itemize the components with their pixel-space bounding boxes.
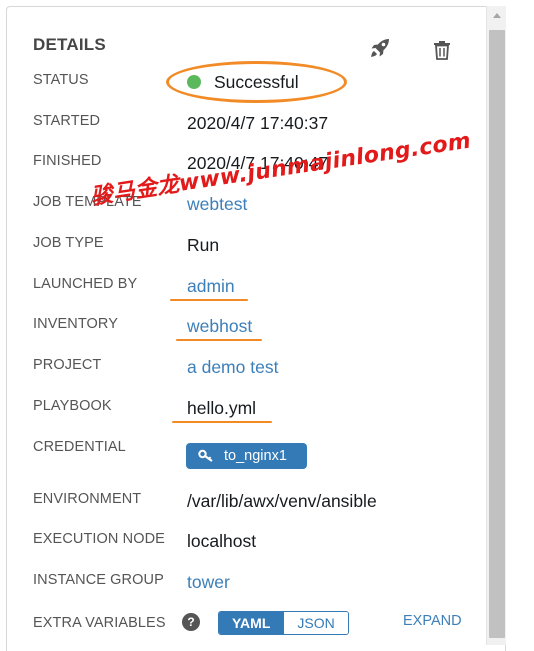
inventory-label: INVENTORY (33, 316, 118, 332)
inventory-underline-annotation (176, 339, 262, 341)
launched-by-link[interactable]: admin (187, 276, 235, 297)
playbook-label: PLAYBOOK (33, 398, 112, 414)
json-toggle-button[interactable]: JSON (283, 612, 348, 634)
job-type-value: Run (187, 235, 220, 255)
help-icon[interactable]: ? (182, 613, 200, 631)
started-value: 2020/4/7 17:40:37 (187, 113, 329, 133)
extra-variables-label: EXTRA VARIABLES (33, 615, 166, 631)
key-icon (198, 449, 213, 462)
credential-chip[interactable]: to_nginx1 (186, 443, 307, 469)
finished-label: FINISHED (33, 153, 102, 169)
execution-node-value: localhost (187, 531, 257, 551)
trash-icon (434, 41, 450, 60)
status-highlight-annotation (166, 61, 347, 103)
instance-group-link[interactable]: tower (187, 572, 230, 593)
playbook-value: hello.yml (187, 398, 257, 418)
format-toggle: YAML JSON (218, 611, 349, 635)
environment-label: ENVIRONMENT (33, 491, 142, 507)
scrollbar[interactable] (486, 6, 506, 645)
credential-chip-label: to_nginx1 (224, 448, 287, 464)
scroll-thumb[interactable] (489, 30, 505, 638)
launched-by-underline-annotation (170, 299, 248, 301)
instance-group-label: INSTANCE GROUP (33, 572, 164, 588)
job-template-link[interactable]: webtest (187, 194, 247, 215)
project-link[interactable]: a demo test (187, 357, 278, 378)
delete-button[interactable] (433, 40, 451, 60)
job-type-label: JOB TYPE (33, 235, 104, 251)
yaml-toggle-button[interactable]: YAML (219, 612, 284, 634)
inventory-link[interactable]: webhost (187, 316, 252, 337)
status-label: STATUS (33, 72, 89, 88)
panel-title: DETAILS (33, 35, 106, 54)
launched-by-label: LAUNCHED BY (33, 276, 138, 292)
playbook-underline-annotation (172, 421, 272, 423)
environment-value: /var/lib/awx/venv/ansible (187, 491, 377, 511)
expand-link[interactable]: EXPAND (403, 613, 462, 629)
project-label: PROJECT (33, 357, 102, 373)
credential-label: CREDENTIAL (33, 439, 126, 455)
relaunch-button[interactable] (369, 37, 391, 59)
execution-node-label: EXECUTION NODE (33, 531, 165, 547)
rocket-icon (371, 39, 389, 57)
scroll-up-arrow-icon[interactable] (493, 13, 501, 18)
started-label: STARTED (33, 113, 101, 129)
